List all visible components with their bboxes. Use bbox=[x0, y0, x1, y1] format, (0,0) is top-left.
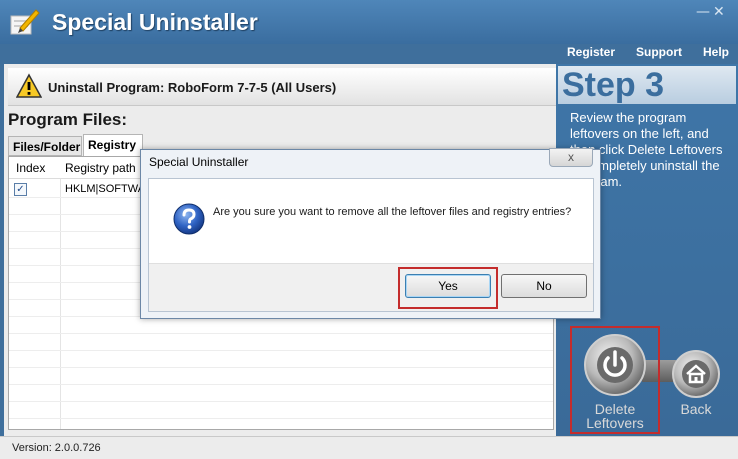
step-title-box: Step 3 bbox=[558, 66, 736, 104]
home-icon bbox=[682, 360, 710, 388]
column-registry-path[interactable]: Registry path bbox=[65, 161, 136, 175]
registry-path-cell: HKLM|SOFTWA bbox=[65, 183, 146, 195]
question-icon bbox=[173, 203, 205, 235]
dialog-message: Are you sure you want to remove all the … bbox=[213, 206, 572, 218]
tab-registry[interactable]: Registry bbox=[83, 134, 143, 156]
status-bar: Version: 2.0.0.726 bbox=[0, 436, 738, 459]
tab-files-folder[interactable]: Files/Folder bbox=[8, 136, 82, 156]
yes-button[interactable]: Yes bbox=[405, 274, 491, 298]
table-row bbox=[9, 317, 553, 334]
table-row bbox=[9, 351, 553, 368]
back-label[interactable]: Back bbox=[670, 402, 722, 416]
delete-leftovers-button[interactable] bbox=[584, 334, 646, 396]
column-index[interactable]: Index bbox=[16, 161, 45, 175]
uninstall-program-bar: Uninstall Program: RoboForm 7-7-5 (All U… bbox=[8, 68, 556, 106]
confirm-dialog: Special Uninstaller x Are you sure you w… bbox=[140, 148, 601, 319]
power-icon bbox=[597, 347, 633, 383]
uninstall-program-label: Uninstall Program: RoboForm 7-7-5 (All U… bbox=[48, 80, 337, 95]
support-link[interactable]: Support bbox=[636, 45, 682, 59]
dialog-footer: Yes No bbox=[149, 263, 593, 311]
warning-icon bbox=[16, 73, 42, 98]
version-text: Version: 2.0.0.726 bbox=[12, 442, 101, 454]
help-link[interactable]: Help bbox=[703, 45, 729, 59]
dialog-title: Special Uninstaller bbox=[149, 155, 249, 169]
app-logo-icon bbox=[10, 9, 40, 35]
row-checkbox[interactable]: ✓ bbox=[14, 183, 27, 196]
back-button[interactable] bbox=[672, 350, 720, 398]
table-row bbox=[9, 368, 553, 385]
close-window-button[interactable]: ✕ bbox=[713, 4, 725, 20]
title-bar: Special Uninstaller — ✕ bbox=[0, 0, 738, 44]
dialog-body: Are you sure you want to remove all the … bbox=[148, 178, 594, 312]
register-link[interactable]: Register bbox=[567, 45, 615, 59]
app-title: Special Uninstaller bbox=[52, 9, 258, 35]
delete-leftovers-label[interactable]: Delete Leftovers bbox=[572, 402, 658, 430]
step-title: Step 3 bbox=[562, 66, 665, 104]
minimize-button[interactable]: — bbox=[696, 4, 710, 20]
program-files-heading: Program Files: bbox=[8, 110, 128, 129]
table-row bbox=[9, 334, 553, 351]
top-menu: Register Support Help bbox=[556, 44, 738, 64]
table-row bbox=[9, 385, 553, 402]
table-row bbox=[9, 402, 553, 419]
no-button[interactable]: No bbox=[501, 274, 587, 298]
dialog-close-button[interactable]: x bbox=[549, 148, 593, 167]
